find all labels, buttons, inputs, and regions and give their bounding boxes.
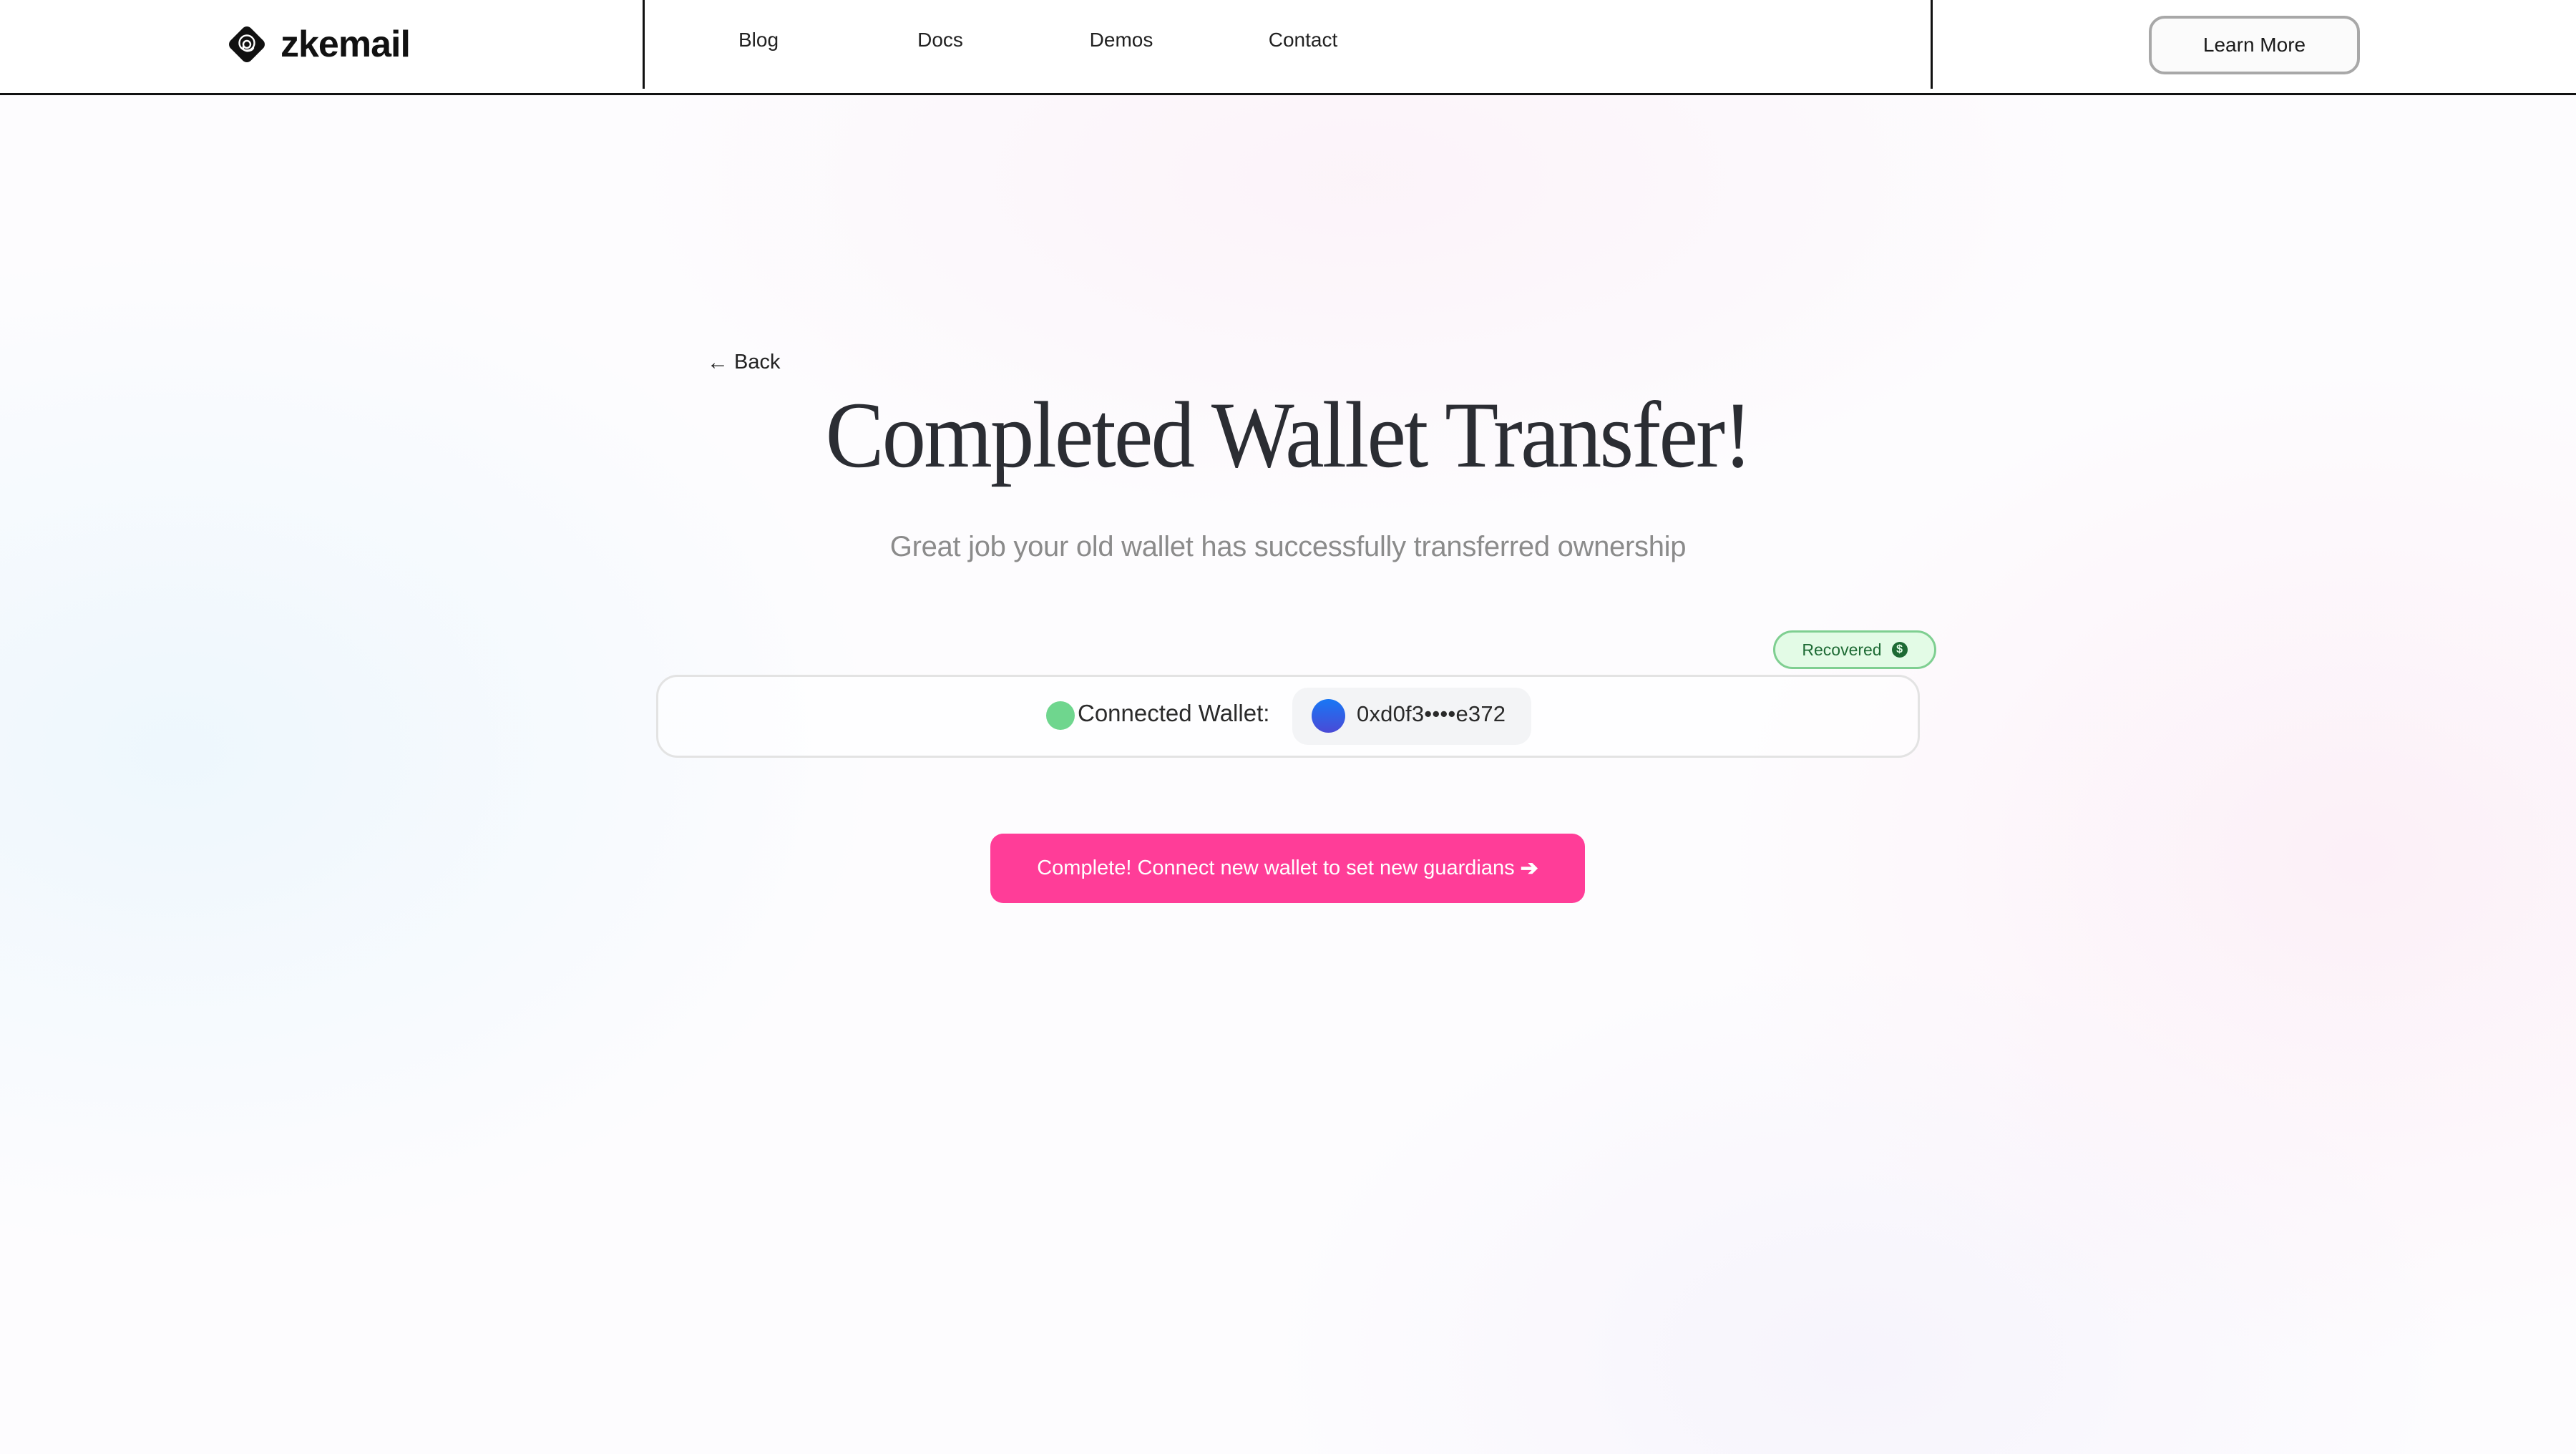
header-divider-right <box>1931 0 1933 89</box>
nav-docs[interactable]: Docs <box>917 29 963 52</box>
connect-new-wallet-button[interactable]: Complete! Connect new wallet to set new … <box>990 834 1585 903</box>
nav-demos[interactable]: Demos <box>1090 29 1153 52</box>
status-badge: Recovered $ <box>1773 630 1936 669</box>
page-subtitle: Great job your old wallet has successful… <box>889 531 1687 562</box>
arrow-left-icon: ← <box>707 350 728 374</box>
cta-label: Complete! Connect new wallet to set new … <box>1037 857 1515 879</box>
back-label: Back <box>734 351 781 374</box>
dollar-circle-icon: $ <box>1891 642 1908 658</box>
logo-text: zkemail <box>280 24 411 65</box>
connection-status-dot-icon <box>1046 701 1075 730</box>
wallet-avatar-icon <box>1312 699 1345 733</box>
wallet-address: 0xd0f3••••e372 <box>1357 701 1506 726</box>
page-title: Completed Wallet Transfer! <box>825 382 1753 487</box>
header-divider-left <box>643 0 645 89</box>
learn-more-button[interactable]: Learn More <box>2149 16 2360 74</box>
wallet-card <box>656 675 1920 758</box>
status-badge-label: Recovered <box>1802 640 1882 659</box>
arrow-right-icon: ➔ <box>1520 857 1538 880</box>
zkemail-logo-icon <box>229 26 265 62</box>
connected-wallet-label: Connected Wallet: <box>1078 700 1270 726</box>
logo[interactable]: zkemail <box>225 21 411 67</box>
back-link[interactable]: ← Back <box>707 351 780 374</box>
nav-contact[interactable]: Contact <box>1269 29 1338 52</box>
site-header: zkemail Blog Docs Demos Contact Learn Mo… <box>0 0 2576 95</box>
nav-blog[interactable]: Blog <box>738 29 779 52</box>
